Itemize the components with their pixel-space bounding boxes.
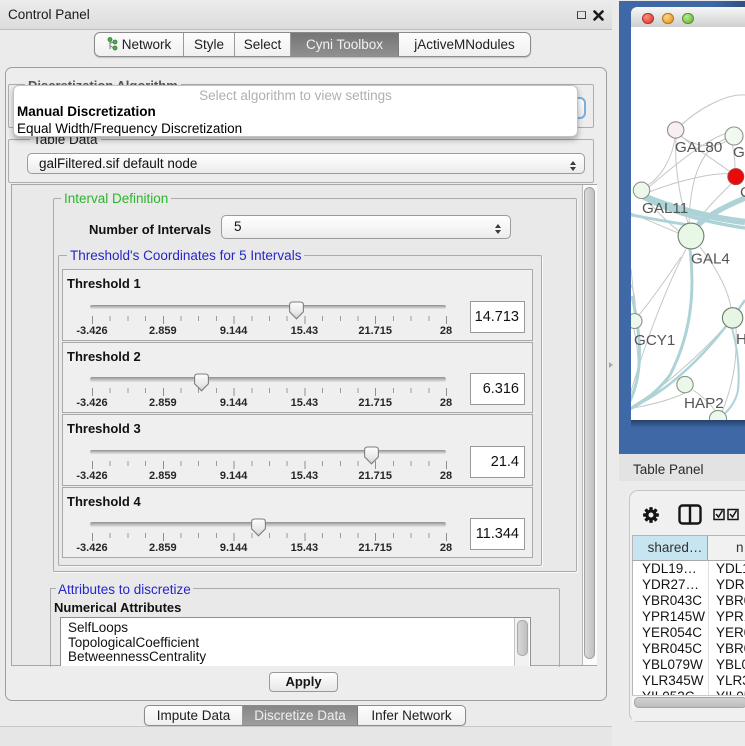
svg-text:H: H [736,331,745,348]
svg-text:GAL11: GAL11 [642,200,688,217]
svg-text:GAL80: GAL80 [675,139,722,156]
svg-text:GAL4: GAL4 [691,251,730,268]
svg-text:HAP2: HAP2 [684,395,724,412]
svg-text:C: C [740,184,745,201]
svg-text:GCY1: GCY1 [634,332,675,349]
svg-text:GA: GA [733,144,745,161]
